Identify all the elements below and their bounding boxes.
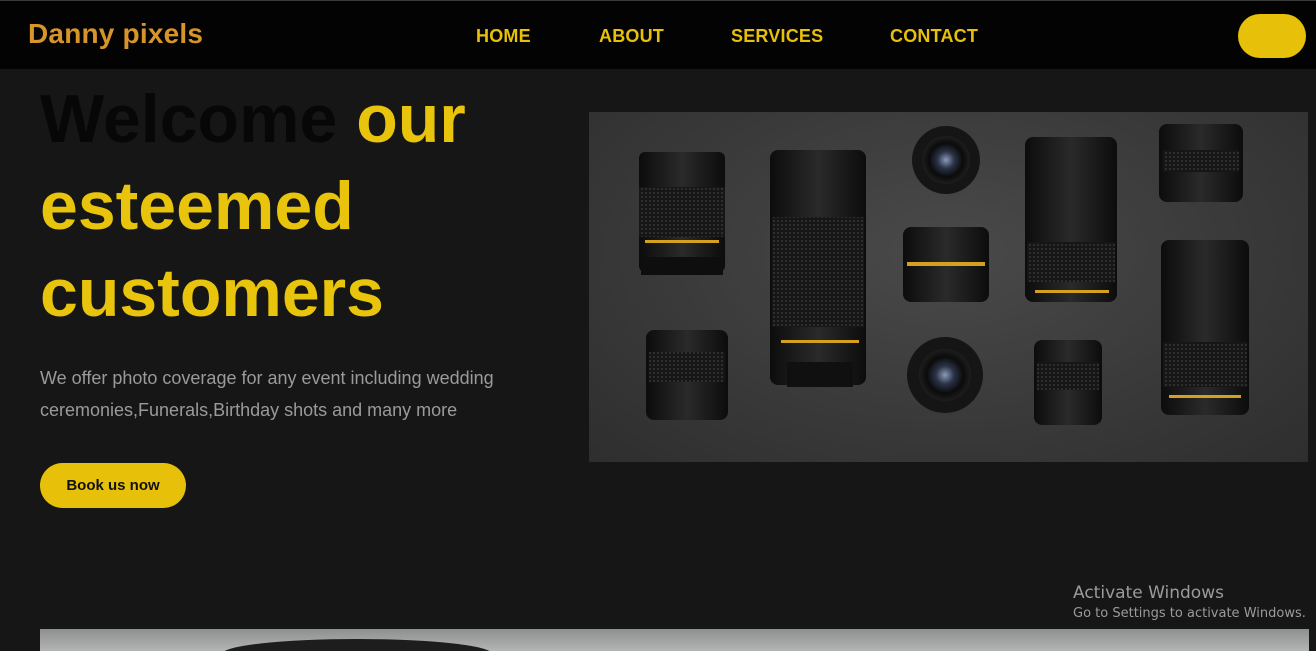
watermark-title: Activate Windows <box>1073 583 1224 603</box>
nav-link-about[interactable]: ABOUT <box>599 26 664 47</box>
hero-title-accent-3: customers <box>40 255 384 331</box>
hero-title-accent-1: our <box>356 81 466 157</box>
hero-title: Welcome our esteemed customers <box>40 76 580 337</box>
navbar: Danny pixels HOME ABOUT SERVICES CONTACT <box>0 0 1316 69</box>
nav-link-services[interactable]: SERVICES <box>731 26 823 47</box>
camera-lens-image <box>40 629 1309 651</box>
nav-links: HOME ABOUT SERVICES CONTACT <box>0 26 1316 50</box>
hero-title-dark: Welcome <box>40 81 338 157</box>
nav-link-contact[interactable]: CONTACT <box>890 26 978 47</box>
hero-title-accent-2: esteemed <box>40 168 354 244</box>
book-us-now-button[interactable]: Book us now <box>40 463 186 508</box>
nav-link-home[interactable]: HOME <box>476 26 531 47</box>
activate-windows-watermark: Activate Windows Go to Settings to activ… <box>1073 582 1306 624</box>
camera-lens-icon <box>222 639 492 651</box>
camera-lenses-image <box>589 112 1308 462</box>
hero-description: We offer photo coverage for any event in… <box>40 368 494 420</box>
nav-pill-button[interactable] <box>1238 14 1306 58</box>
camera-lenses-icon <box>639 124 1249 425</box>
watermark-subtitle: Go to Settings to activate Windows. <box>1073 606 1306 621</box>
